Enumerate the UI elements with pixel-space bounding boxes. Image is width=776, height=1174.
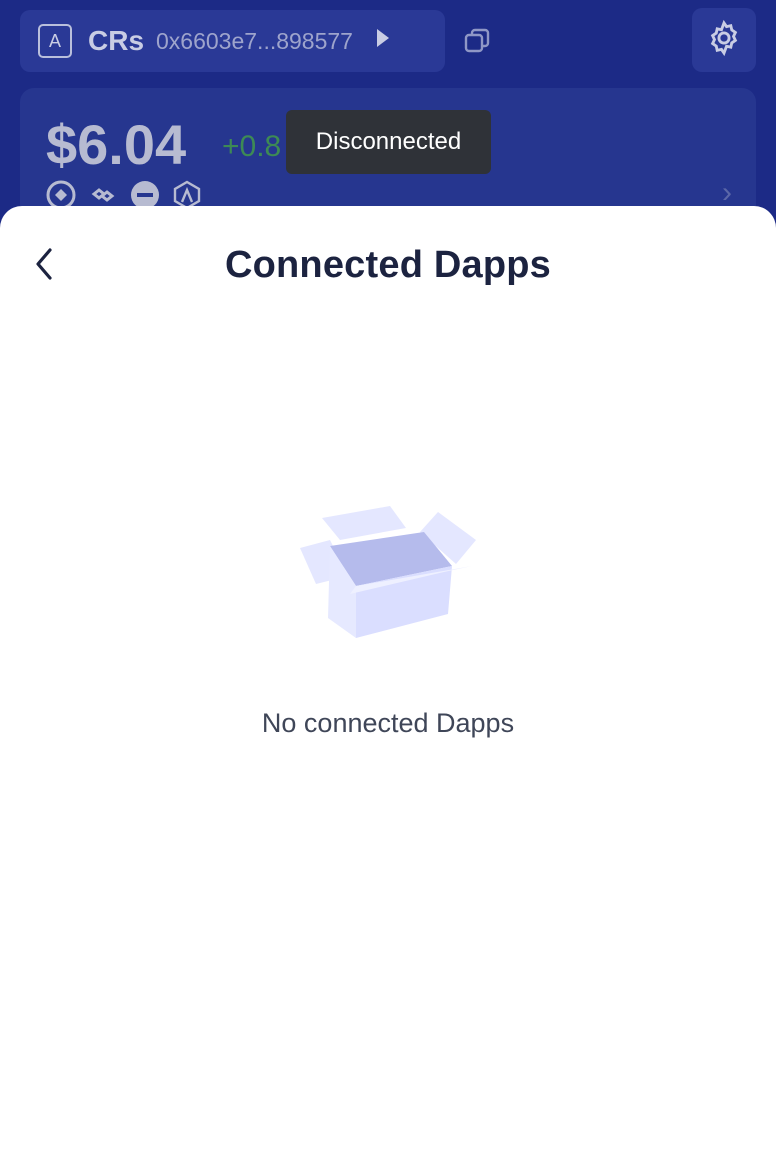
- copy-icon[interactable]: [460, 24, 494, 58]
- account-avatar: A: [38, 24, 72, 58]
- empty-box-illustration: [296, 506, 480, 646]
- play-arrow-icon: [375, 27, 391, 55]
- connected-dapps-sheet: Connected Dapps No connected Dapps: [0, 206, 776, 1174]
- balance-change: +0.8: [222, 130, 282, 163]
- gear-icon: [705, 19, 743, 62]
- account-name: CRs: [88, 25, 145, 56]
- chevron-right-icon: ›: [722, 176, 732, 209]
- account-address: 0x6603e7...898577: [156, 27, 353, 54]
- toast-notification: Disconnected: [286, 110, 491, 174]
- settings-button[interactable]: [692, 8, 756, 72]
- account-selector[interactable]: A CRs 0x6603e7...898577: [20, 10, 445, 72]
- page-title: Connected Dapps: [224, 244, 552, 286]
- empty-state-message: No connected Dapps: [261, 708, 515, 738]
- balance-amount: $6.04: [46, 113, 187, 176]
